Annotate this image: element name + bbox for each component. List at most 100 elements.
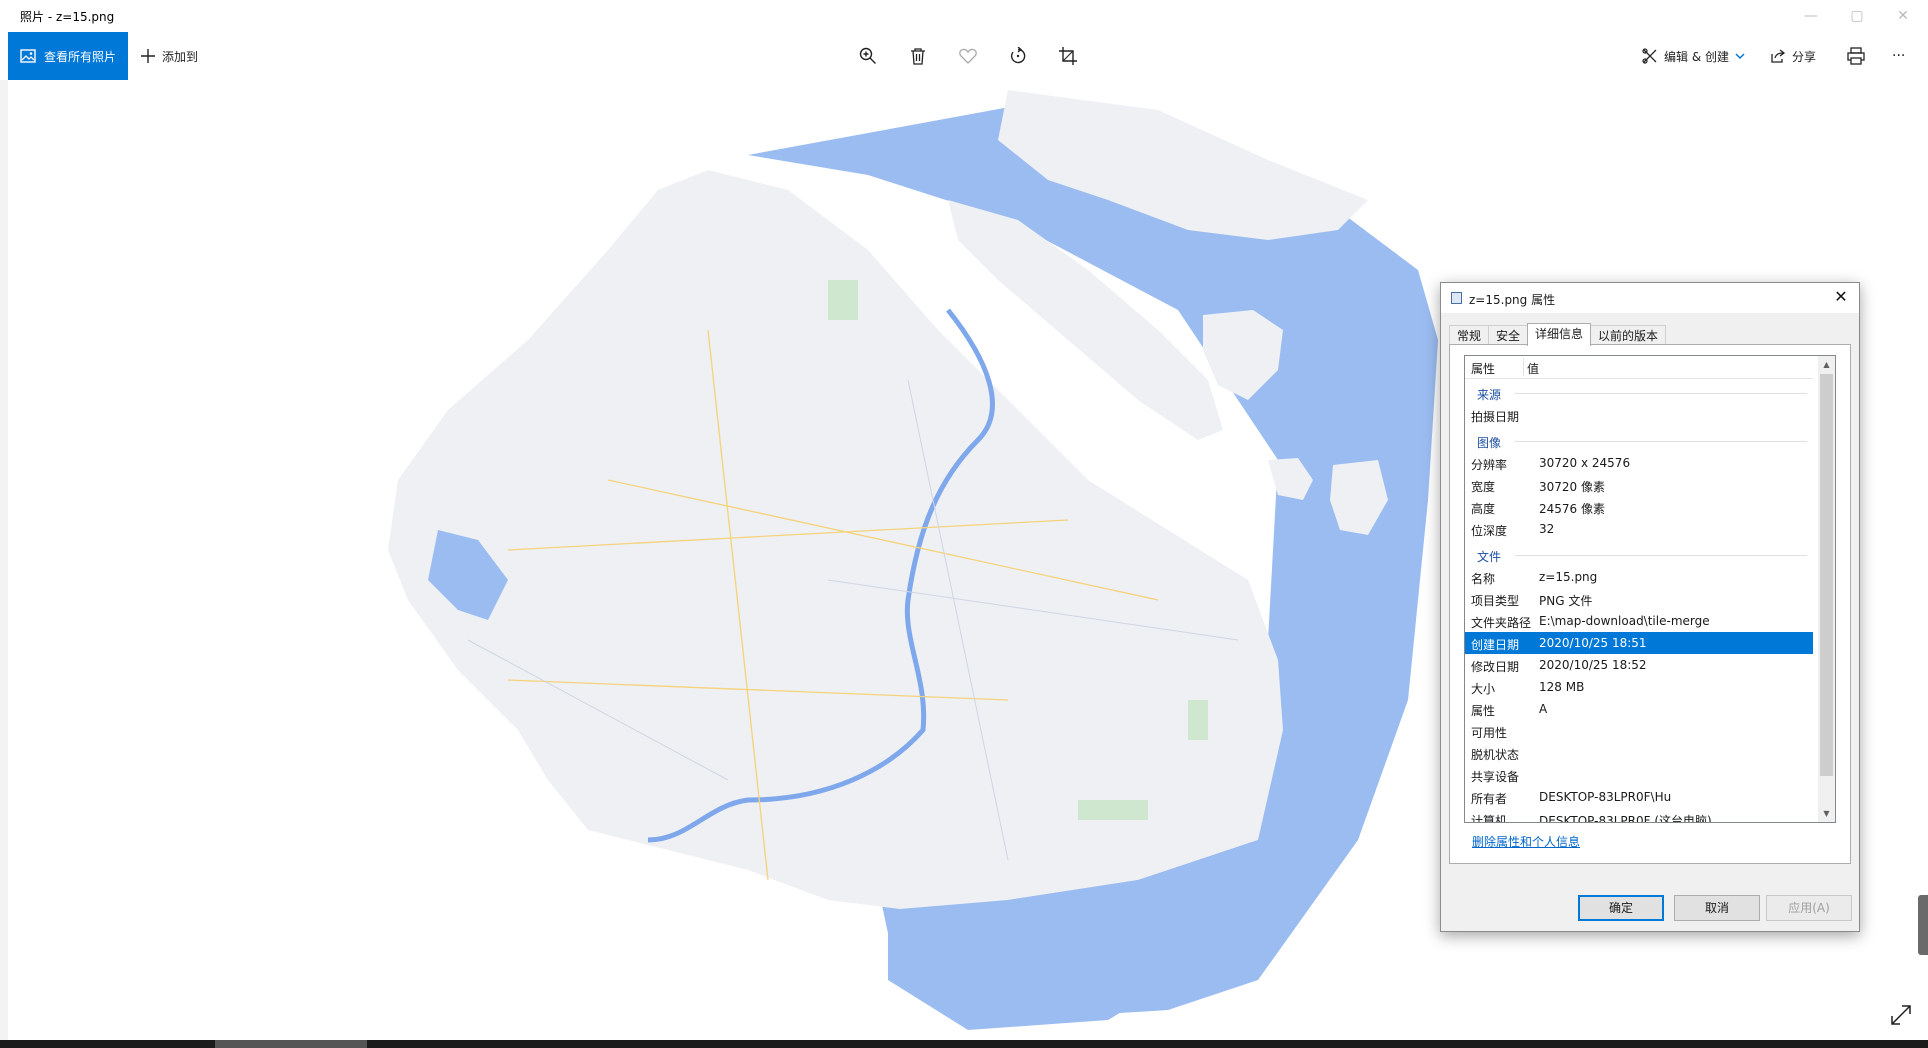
property-name: 计算机: [1471, 814, 1508, 823]
list-item[interactable]: 脱机状态: [1465, 742, 1813, 764]
expand-icon[interactable]: [1890, 1004, 1914, 1028]
add-to-button[interactable]: 添加到: [140, 32, 198, 80]
edit-create-label: 编辑 & 创建: [1664, 49, 1729, 64]
share-icon: [1771, 49, 1786, 63]
property-value: 24576 像素: [1539, 502, 1605, 516]
property-value: A: [1539, 702, 1548, 716]
share-label: 分享: [1792, 49, 1817, 64]
group-label: 来源: [1477, 388, 1502, 402]
list-item[interactable]: 位深度 32: [1465, 518, 1813, 540]
property-column-header[interactable]: 属性: [1471, 360, 1495, 377]
property-value: 32: [1539, 522, 1555, 536]
property-list[interactable]: 属性 值 来源 拍摄日期 图像 分辨率 30720 x 24576 宽度 30720…: [1464, 355, 1836, 823]
dialog-title: z=15.png 属性: [1469, 293, 1556, 307]
property-rows: 来源 拍摄日期 图像 分辨率 30720 x 24576 宽度 30720 像素 高…: [1465, 378, 1813, 823]
side-handle[interactable]: [1918, 895, 1928, 955]
ok-button[interactable]: 确定: [1578, 895, 1664, 921]
list-item[interactable]: 高度 24576 像素: [1465, 496, 1813, 518]
maximize-button[interactable]: ▢: [1834, 0, 1880, 32]
list-item[interactable]: 大小 128 MB: [1465, 676, 1813, 698]
property-name: 项目类型: [1471, 594, 1520, 608]
photo-icon: [20, 49, 36, 63]
list-item[interactable]: 共享设备: [1465, 764, 1813, 786]
group-file: 文件: [1465, 540, 1813, 566]
property-name: 拍摄日期: [1471, 410, 1520, 424]
property-value: 30720 x 24576: [1539, 456, 1631, 470]
tab-general[interactable]: 常规: [1449, 325, 1490, 346]
remove-properties-link[interactable]: 删除属性和个人信息: [1472, 833, 1580, 850]
property-name: 共享设备: [1471, 770, 1520, 784]
view-all-photos-button[interactable]: 查看所有照片: [8, 32, 128, 80]
tab-security[interactable]: 安全: [1488, 325, 1529, 346]
group-image: 图像: [1465, 426, 1813, 452]
group-label: 文件: [1477, 550, 1502, 564]
property-value: 2020/10/25 18:51: [1539, 636, 1647, 650]
property-name: 宽度: [1471, 480, 1496, 494]
property-name: 脱机状态: [1471, 748, 1520, 762]
list-scrollbar[interactable]: ▲ ▼: [1818, 356, 1835, 822]
property-value: 128 MB: [1539, 680, 1585, 694]
property-value: E:\map-download\tile-merge: [1539, 614, 1710, 628]
group-divider: [1515, 393, 1807, 394]
list-item[interactable]: 项目类型 PNG 文件: [1465, 588, 1813, 610]
list-item[interactable]: 名称 z=15.png: [1465, 566, 1813, 588]
list-item[interactable]: 拍摄日期: [1465, 404, 1813, 426]
taskbar-thumb: [215, 1040, 367, 1048]
title-bar: 照片 - z=15.png — ▢ ✕: [0, 0, 1928, 32]
rotate-icon[interactable]: [1006, 44, 1030, 68]
dialog-tabs: 常规 安全 详细信息 以前的版本: [1449, 323, 1667, 346]
scroll-up-icon[interactable]: ▲: [1818, 356, 1835, 373]
view-all-photos-label: 查看所有照片: [44, 49, 117, 64]
property-name: 可用性: [1471, 726, 1508, 740]
edit-create-button[interactable]: 编辑 & 创建: [1642, 32, 1745, 80]
scroll-down-icon[interactable]: ▼: [1818, 805, 1835, 822]
property-name: 修改日期: [1471, 660, 1520, 674]
heart-icon[interactable]: [956, 44, 980, 68]
chevron-down-icon: [1735, 53, 1745, 60]
minimize-button[interactable]: —: [1788, 0, 1834, 32]
list-item[interactable]: 属性 A: [1465, 698, 1813, 720]
tab-details[interactable]: 详细信息: [1527, 323, 1592, 346]
property-value: 2020/10/25 18:52: [1539, 658, 1647, 672]
group-label: 图像: [1477, 436, 1502, 450]
crop-icon[interactable]: [1056, 44, 1080, 68]
apply-button[interactable]: 应用(A): [1766, 895, 1852, 921]
property-name: 创建日期: [1471, 638, 1520, 652]
property-name: 大小: [1471, 682, 1496, 696]
file-icon: [1451, 292, 1462, 304]
add-to-label: 添加到: [162, 49, 199, 64]
tab-previous-versions[interactable]: 以前的版本: [1590, 325, 1667, 346]
list-item[interactable]: 可用性: [1465, 720, 1813, 742]
list-item[interactable]: 修改日期 2020/10/25 18:52: [1465, 654, 1813, 676]
more-button[interactable]: ···: [1892, 32, 1905, 80]
property-name: 高度: [1471, 502, 1496, 516]
edit-icon: [1642, 48, 1657, 64]
property-name: 名称: [1471, 572, 1496, 586]
property-value: DESKTOP-83LPR0F\Hu: [1539, 790, 1672, 804]
property-name: 位深度: [1471, 524, 1508, 538]
column-divider[interactable]: [1523, 358, 1524, 376]
zoom-icon[interactable]: [856, 44, 880, 68]
list-item[interactable]: 文件夹路径 E:\map-download\tile-merge: [1465, 610, 1813, 632]
list-item[interactable]: 计算机 DESKTOP-83LPR0F (这台电脑): [1465, 808, 1813, 823]
cancel-button[interactable]: 取消: [1674, 895, 1760, 921]
list-item-selected[interactable]: 创建日期 2020/10/25 18:51: [1465, 632, 1813, 654]
toolbar: 查看所有照片 添加到 编辑 & 创建 分享 ···: [0, 32, 1928, 80]
print-icon[interactable]: [1844, 44, 1868, 68]
scroll-thumb[interactable]: [1820, 374, 1833, 776]
property-value: PNG 文件: [1539, 594, 1593, 608]
share-button[interactable]: 分享: [1770, 32, 1816, 80]
delete-icon[interactable]: [906, 44, 930, 68]
list-item[interactable]: 所有者 DESKTOP-83LPR0F\Hu: [1465, 786, 1813, 808]
plus-icon: [141, 49, 155, 63]
list-item[interactable]: 分辨率 30720 x 24576: [1465, 452, 1813, 474]
dialog-close-button[interactable]: ✕: [1831, 287, 1851, 307]
group-divider: [1515, 555, 1807, 556]
group-divider: [1515, 441, 1807, 442]
list-item[interactable]: 宽度 30720 像素: [1465, 474, 1813, 496]
property-name: 文件夹路径: [1471, 616, 1532, 630]
property-name: 所有者: [1471, 792, 1508, 806]
value-column-header[interactable]: 值: [1527, 360, 1539, 377]
close-button[interactable]: ✕: [1880, 0, 1926, 32]
property-value: z=15.png: [1539, 570, 1598, 584]
